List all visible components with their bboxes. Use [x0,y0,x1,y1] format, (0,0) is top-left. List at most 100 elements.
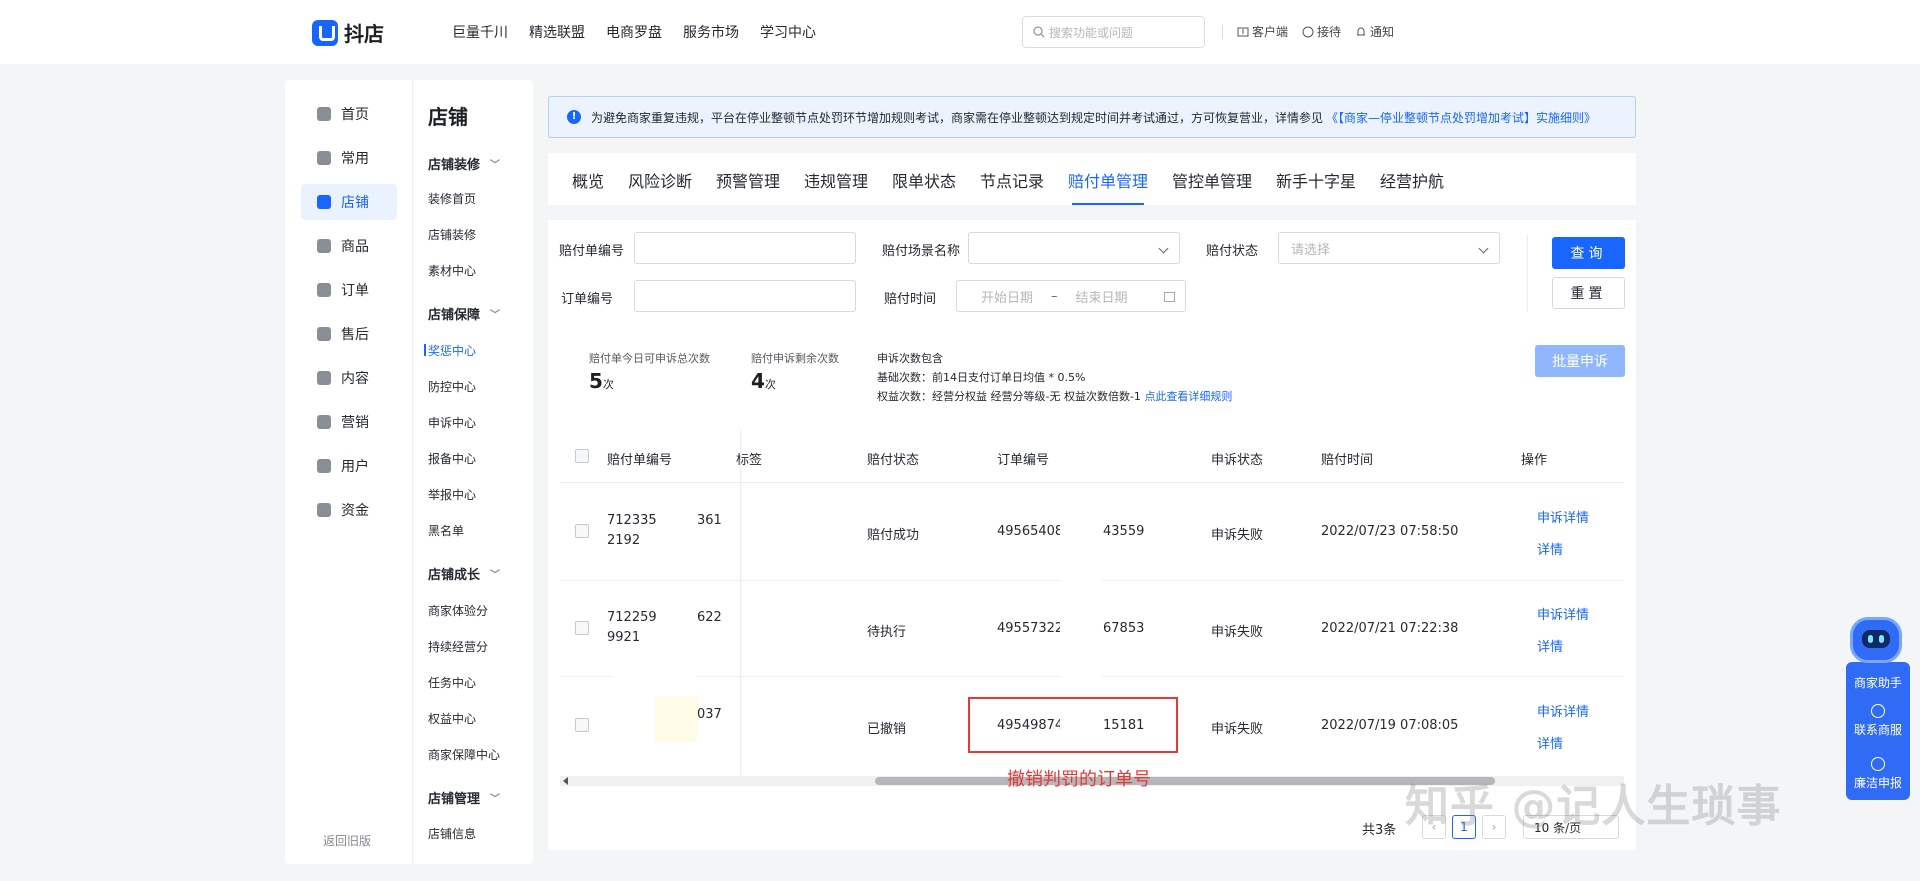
menu-item-home[interactable]: 首页 [301,96,397,132]
compensation-no-input[interactable] [634,232,856,264]
group-store-growth[interactable]: 店铺成长 ﹀ [428,564,500,583]
row-checkbox[interactable] [575,621,589,635]
search-input[interactable]: 搜索功能或问题 [1022,16,1205,48]
cell-order-b: 67853 [1103,621,1145,636]
client-link[interactable]: 客户端 [1237,23,1288,40]
menu-item-common[interactable]: 常用 [301,140,397,176]
top-nav-item[interactable]: 服务市场 [683,22,739,42]
submenu-item[interactable]: 权益中心 [428,710,476,727]
filter-label: 赔付状态 [1206,244,1259,259]
date-range-picker[interactable]: 开始日期 – 结束日期 [956,280,1186,312]
tab-violation[interactable]: 违规管理 [804,168,868,192]
search-icon [1033,26,1045,38]
submenu-item[interactable]: 黑名单 [428,522,464,539]
info-rights: 权益次数：经营分权益 经营分等级-无 权益次数倍数-1 点此查看详细规则 [877,388,1232,404]
shield-icon [1871,757,1885,771]
menu-item-order[interactable]: 订单 [301,272,397,308]
appeal-detail-link[interactable]: 申诉详情 [1537,604,1589,623]
merchant-assistant-button[interactable]: 商家助手 [1846,674,1910,691]
menu-item-funds[interactable]: 资金 [301,492,397,528]
header-appeal-status: 申诉状态 [1211,453,1264,468]
submenu-item[interactable]: 报备中心 [428,450,476,467]
submenu-item[interactable]: 持续经营分 [428,638,488,655]
menu-item-user[interactable]: 用户 [301,448,397,484]
submenu-item[interactable]: 商家体验分 [428,602,488,619]
detail-link[interactable]: 详情 [1537,636,1563,655]
stat-remain-value: 4次 [751,369,776,393]
tab-compensation[interactable]: 赔付单管理 [1068,168,1148,192]
row-checkbox[interactable] [575,524,589,538]
tab-escort[interactable]: 经营护航 [1380,168,1444,192]
submenu-item[interactable]: 商家保障中心 [428,746,500,763]
reset-button[interactable]: 重置 [1552,277,1625,309]
tab-node-record[interactable]: 节点记录 [980,168,1044,192]
redaction-mask [612,675,696,681]
tab-limit-status[interactable]: 限单状态 [892,168,956,192]
cell-tag: 037 [697,707,722,722]
robot-assistant-icon[interactable] [1850,617,1902,663]
menu-item-store[interactable]: 店铺 [301,184,397,220]
row-checkbox[interactable] [575,718,589,732]
tab-newbie[interactable]: 新手十字星 [1276,168,1356,192]
info-icon: ! [567,110,581,124]
scene-select[interactable] [968,232,1180,264]
detail-link[interactable]: 详情 [1537,733,1563,752]
appeal-detail-link[interactable]: 申诉详情 [1537,507,1589,526]
info-rights-text: 权益次数：经营分权益 经营分等级-无 权益次数倍数-1 [877,390,1141,403]
scroll-left-arrow-icon[interactable] [563,777,568,785]
end-date-placeholder: 结束日期 [1075,290,1128,306]
rules-link[interactable]: 点此查看详细规则 [1144,390,1232,403]
batch-appeal-button[interactable]: 批量申诉 [1535,345,1625,377]
robot-face [1862,630,1890,648]
group-store-management[interactable]: 店铺管理 ﹀ [428,788,500,807]
submenu-item-reward-penalty[interactable]: 奖惩中心 [423,342,476,359]
tab-overview[interactable]: 概览 [572,168,604,192]
chevron-down-icon [1158,243,1169,254]
scrollbar-thumb[interactable] [875,777,1495,785]
submenu-item[interactable]: 防控中心 [428,378,476,395]
submenu-item[interactable]: 素材中心 [428,262,476,279]
logo[interactable]: 抖店 [312,18,384,47]
menu-item-after-sale[interactable]: 售后 [301,316,397,352]
reception-link[interactable]: 接待 [1302,23,1341,40]
appeal-detail-link[interactable]: 申诉详情 [1537,701,1589,720]
tab-warning[interactable]: 预警管理 [716,168,780,192]
contact-service-button[interactable]: 联系商服 [1846,704,1910,738]
integrity-report-button[interactable]: 廉洁申报 [1846,757,1910,791]
tab-control[interactable]: 管控单管理 [1172,168,1252,192]
top-nav-item[interactable]: 精选联盟 [529,22,585,42]
detail-link[interactable]: 详情 [1537,539,1563,558]
megaphone-icon [317,415,331,429]
submenu-item[interactable]: 装修首页 [428,190,476,207]
group-store-decoration[interactable]: 店铺装修 ﹀ [428,154,500,173]
header-order-no: 订单编号 [997,453,1050,468]
top-nav-item[interactable]: 电商罗盘 [606,22,662,42]
query-button[interactable]: 查询 [1552,237,1625,269]
report-label: 廉洁申报 [1853,776,1902,790]
top-nav-item[interactable]: 巨量千川 [452,22,508,42]
notice-link[interactable]: 《【商家—停业整顿节点处罚增加考试】实施细则》 [1326,109,1596,126]
submenu-item[interactable]: 店铺装修 [428,226,476,243]
logo-text: 抖店 [344,22,384,46]
menu-item-marketing[interactable]: 营销 [301,404,397,440]
menu-item-content[interactable]: 内容 [301,360,397,396]
status-select[interactable]: 请选择 [1278,232,1500,264]
group-store-guarantee[interactable]: 店铺保障 ﹀ [428,304,500,323]
select-all-checkbox[interactable] [575,449,589,463]
stat-today-label: 赔付单今日可申诉总次数 [589,352,710,365]
order-no-input[interactable] [634,280,856,312]
menu-item-product[interactable]: 商品 [301,228,397,264]
pagination-total: 共3条 [1362,823,1397,838]
menu-label: 常用 [341,151,369,167]
submenu-item[interactable]: 店铺信息 [428,825,476,842]
submenu-item[interactable]: 任务中心 [428,674,476,691]
tab-risk-diagnosis[interactable]: 风险诊断 [628,168,692,192]
back-to-old-version[interactable]: 返回旧版 [323,832,371,849]
status-placeholder: 请选择 [1291,242,1331,258]
cell-order-a: 49557322 [997,621,1064,636]
submenu-item[interactable]: 举报中心 [428,486,476,503]
wallet-icon [317,503,331,517]
top-nav-item[interactable]: 学习中心 [760,22,816,42]
submenu-item[interactable]: 申诉中心 [428,414,476,431]
notification-link[interactable]: 通知 [1355,23,1394,40]
